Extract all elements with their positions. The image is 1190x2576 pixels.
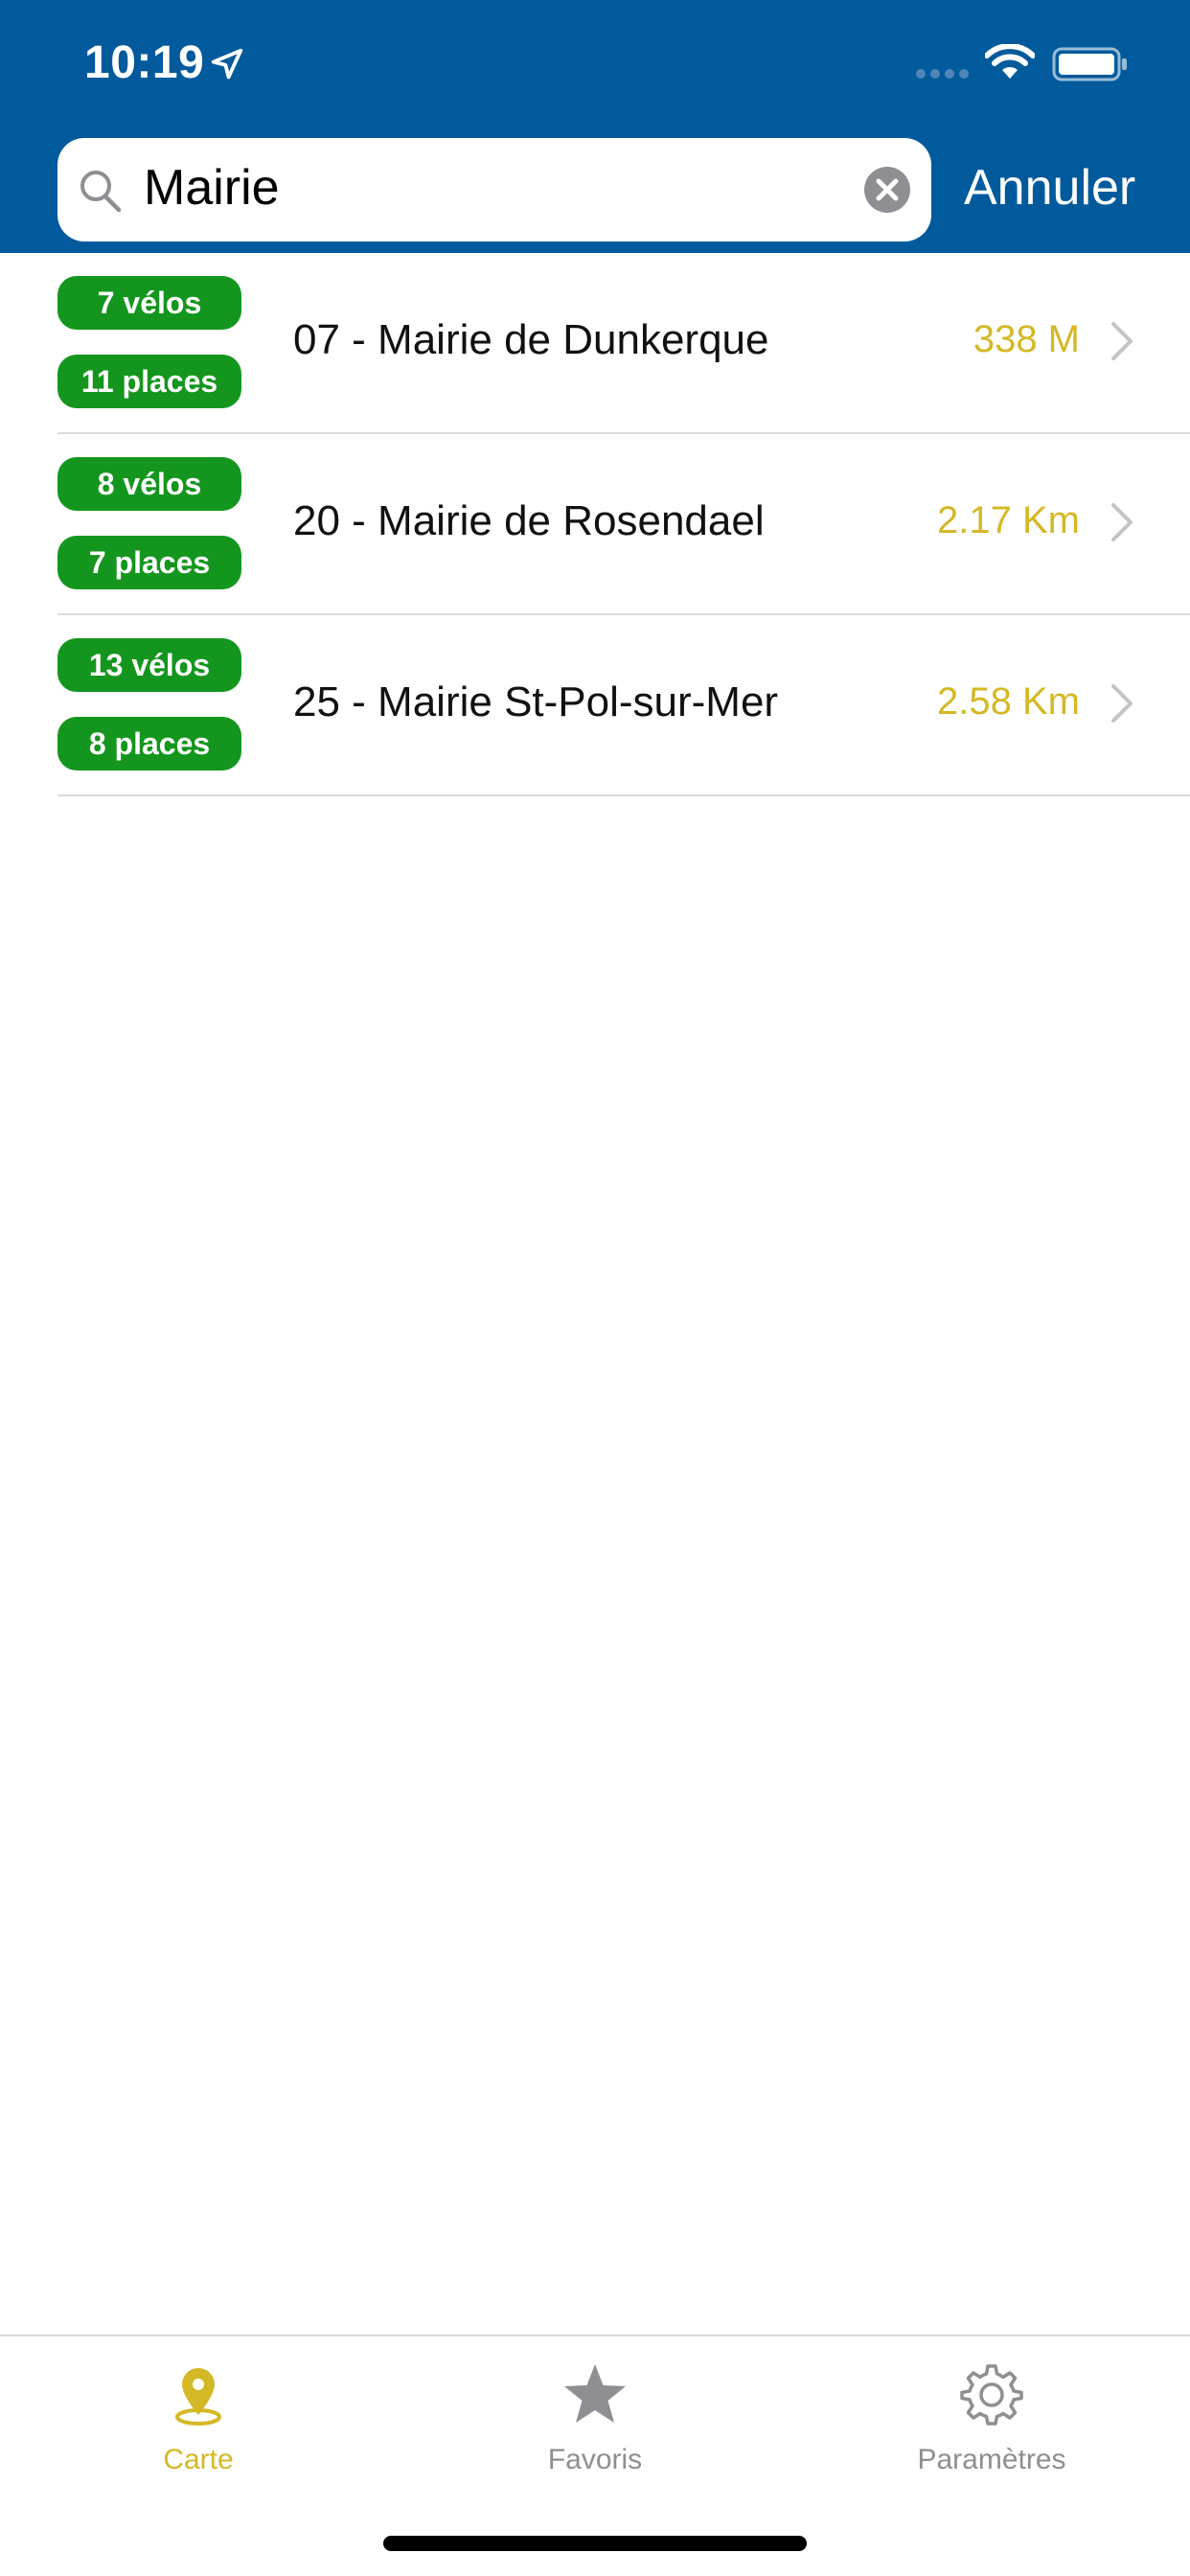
- places-available-badge: 8 places: [57, 717, 241, 770]
- station-name: 07 - Mairie de Dunkerque: [293, 316, 769, 363]
- chevron-right-icon: [1111, 322, 1133, 360]
- star-icon: [564, 2364, 626, 2423]
- station-distance: 2.17 Km: [937, 499, 1080, 541]
- station-results-list: 7 vélos 11 places 07 - Mairie de Dunkerq…: [0, 253, 1190, 796]
- tab-parametres[interactable]: Paramètres: [793, 2336, 1190, 2528]
- chevron-right-icon: [1111, 503, 1133, 541]
- station-distance: 2.58 Km: [937, 680, 1080, 723]
- station-name: 25 - Mairie St-Pol-sur-Mer: [293, 678, 779, 725]
- cellular-signal-icon: [916, 69, 969, 79]
- battery-icon: [1052, 47, 1127, 81]
- location-arrow-icon: [211, 48, 243, 80]
- station-distance: 338 M: [973, 318, 1080, 360]
- status-time: 10:19: [84, 37, 205, 88]
- places-available-badge: 11 places: [57, 355, 241, 408]
- station-row[interactable]: 7 vélos 11 places 07 - Mairie de Dunkerq…: [0, 253, 1190, 434]
- gear-icon: [960, 2364, 1023, 2426]
- map-pin-icon: [175, 2368, 221, 2426]
- bikes-available-badge: 7 vélos: [57, 276, 241, 330]
- tab-bar: Carte Favoris Paramètres: [0, 2334, 1190, 2576]
- search-field[interactable]: Mairie: [57, 138, 931, 242]
- navigation-header: 10:19 Mairie Annuler: [0, 0, 1190, 253]
- chevron-right-icon: [1111, 684, 1133, 723]
- bikes-available-badge: 13 vélos: [57, 638, 241, 692]
- home-indicator: [383, 2536, 807, 2551]
- tab-label: Paramètres: [917, 2444, 1066, 2475]
- search-icon: [80, 171, 122, 213]
- tab-favoris[interactable]: Favoris: [397, 2336, 793, 2528]
- row-divider: [57, 794, 1190, 796]
- bikes-available-badge: 8 vélos: [57, 457, 241, 511]
- station-row[interactable]: 8 vélos 7 places 20 - Mairie de Rosendae…: [0, 434, 1190, 615]
- tab-label: Carte: [163, 2444, 234, 2475]
- tab-label: Favoris: [547, 2444, 643, 2475]
- station-name: 20 - Mairie de Rosendael: [293, 497, 765, 544]
- wifi-icon: [985, 44, 1035, 79]
- tab-carte[interactable]: Carte: [0, 2336, 397, 2528]
- clear-search-icon[interactable]: [862, 165, 912, 215]
- search-input[interactable]: Mairie: [144, 159, 280, 217]
- cancel-button[interactable]: Annuler: [964, 157, 1135, 218]
- station-row[interactable]: 13 vélos 8 places 25 - Mairie St-Pol-sur…: [0, 615, 1190, 796]
- places-available-badge: 7 places: [57, 536, 241, 589]
